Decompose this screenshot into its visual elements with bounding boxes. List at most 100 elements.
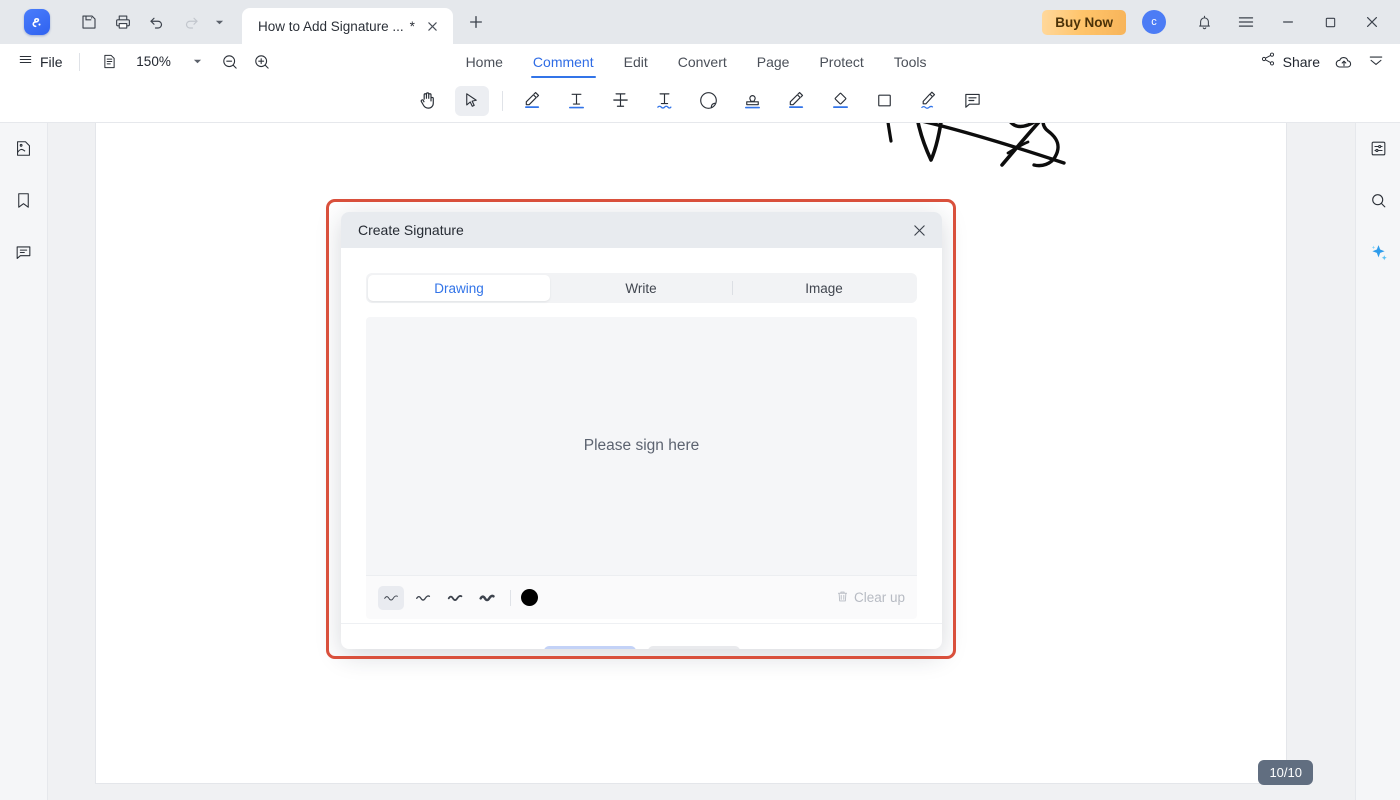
document-tab-close-icon[interactable] xyxy=(423,16,443,36)
clear-up-label: Clear up xyxy=(854,590,905,605)
share-label: Share xyxy=(1283,54,1320,70)
window-close-icon[interactable] xyxy=(1352,4,1392,40)
document-tab-title: How to Add Signature ... xyxy=(258,19,404,34)
dialog-close-icon[interactable] xyxy=(906,217,932,243)
dialog-body: Drawing Write Image Please sign here xyxy=(341,248,942,619)
document-modified-marker: * xyxy=(410,19,415,34)
left-sidebar xyxy=(0,123,48,800)
sliders-icon xyxy=(1369,139,1388,163)
quick-access-dropdown[interactable] xyxy=(208,8,230,36)
sidebar-item-thumbnails[interactable] xyxy=(8,135,40,167)
annotation-toolbar xyxy=(0,79,1400,123)
divider xyxy=(510,590,511,606)
strikethrough-tool[interactable] xyxy=(604,86,638,116)
ribbon-tabs: Home Comment Edit Convert Page Protect T… xyxy=(451,44,942,79)
create-button[interactable]: Create xyxy=(544,646,636,650)
stroke-color-swatch[interactable] xyxy=(521,589,538,606)
share-button[interactable]: Share xyxy=(1254,47,1326,76)
sidebar-item-ai[interactable] xyxy=(1362,239,1394,271)
create-signature-dialog: Create Signature Drawing Write Image Ple… xyxy=(341,212,942,649)
hand-tool[interactable] xyxy=(411,86,445,116)
sidebar-item-bookmarks[interactable] xyxy=(8,187,40,219)
sticky-note-tool[interactable] xyxy=(692,86,726,116)
bookmark-icon xyxy=(14,191,33,215)
ai-sparkle-icon xyxy=(1368,242,1389,268)
file-menu-button[interactable]: File xyxy=(18,52,63,72)
divider xyxy=(502,91,503,111)
sidebar-item-properties[interactable] xyxy=(1362,135,1394,167)
quick-access-toolbar xyxy=(72,7,230,37)
print-button[interactable] xyxy=(106,7,140,37)
menu-bar: File 150% xyxy=(0,44,1400,79)
title-bar: How to Add Signature ... * Buy Now c xyxy=(0,0,1400,44)
stamp-tool[interactable] xyxy=(736,86,770,116)
signature-drawing-canvas[interactable]: Please sign here xyxy=(366,317,917,575)
cancel-button[interactable]: Cancel xyxy=(648,646,740,650)
sidebar-item-search[interactable] xyxy=(1362,187,1394,219)
application-window: How to Add Signature ... * Buy Now c xyxy=(0,0,1400,800)
tab-image[interactable]: Image xyxy=(733,275,915,301)
title-bar-right-group: Buy Now c xyxy=(1042,4,1400,40)
dialog-header: Create Signature xyxy=(341,212,942,248)
ink-pen-tool[interactable] xyxy=(780,86,814,116)
squiggly-underline-tool[interactable] xyxy=(648,86,682,116)
new-tab-button[interactable] xyxy=(459,5,493,39)
clear-up-button[interactable]: Clear up xyxy=(836,590,905,606)
zoom-out-icon[interactable] xyxy=(216,48,244,76)
tab-comment[interactable]: Comment xyxy=(518,44,609,79)
tab-write[interactable]: Write xyxy=(550,275,732,301)
maximize-icon[interactable] xyxy=(1310,4,1350,40)
ink-signature-annotation xyxy=(856,123,1086,185)
zoom-in-icon[interactable] xyxy=(248,48,276,76)
page-fit-icon[interactable] xyxy=(96,48,124,76)
sidebar-item-comments[interactable] xyxy=(8,239,40,271)
zoom-controls: 150% xyxy=(96,48,276,76)
stroke-width-4[interactable] xyxy=(474,586,500,610)
redo-button[interactable] xyxy=(174,7,208,37)
tab-home[interactable]: Home xyxy=(451,44,518,79)
trash-icon xyxy=(836,590,849,606)
shape-rectangle-tool[interactable] xyxy=(868,86,902,116)
stroke-width-3[interactable] xyxy=(442,586,468,610)
tab-convert[interactable]: Convert xyxy=(663,44,742,79)
right-sidebar xyxy=(1355,123,1400,800)
eraser-tool[interactable] xyxy=(824,86,858,116)
undo-button[interactable] xyxy=(140,7,174,37)
search-icon xyxy=(1369,191,1388,215)
share-icon xyxy=(1260,51,1276,72)
canvas-placeholder-text: Please sign here xyxy=(584,437,699,455)
page-thumbnail-icon xyxy=(14,139,33,163)
stroke-width-2[interactable] xyxy=(410,586,436,610)
save-button[interactable] xyxy=(72,7,106,37)
canvas-toolbar: Clear up xyxy=(366,575,917,619)
dialog-footer: Create Cancel xyxy=(341,623,942,649)
highlight-tool[interactable] xyxy=(516,86,550,116)
divider xyxy=(79,53,80,71)
cloud-upload-icon[interactable] xyxy=(1330,48,1358,76)
stroke-width-1[interactable] xyxy=(378,586,404,610)
signature-tool[interactable] xyxy=(912,86,946,116)
hamburger-menu-icon xyxy=(18,52,33,72)
collapse-ribbon-icon[interactable] xyxy=(1362,48,1390,76)
comment-icon xyxy=(14,243,33,267)
tab-edit[interactable]: Edit xyxy=(609,44,663,79)
dialog-title: Create Signature xyxy=(358,222,464,238)
document-tab[interactable]: How to Add Signature ... * xyxy=(242,8,453,44)
text-comment-tool[interactable] xyxy=(956,86,990,116)
tab-page[interactable]: Page xyxy=(742,44,805,79)
tab-protect[interactable]: Protect xyxy=(804,44,878,79)
hamburger-menu-icon[interactable] xyxy=(1226,4,1266,40)
select-tool[interactable] xyxy=(455,86,489,116)
file-menu-label: File xyxy=(40,54,63,70)
menu-bar-right-group: Share xyxy=(1254,47,1400,76)
zoom-level-value[interactable]: 150% xyxy=(128,54,180,69)
bell-icon[interactable] xyxy=(1184,4,1224,40)
buy-now-button[interactable]: Buy Now xyxy=(1042,10,1126,35)
chevron-down-icon[interactable] xyxy=(184,48,212,76)
tab-tools[interactable]: Tools xyxy=(879,44,942,79)
tab-drawing[interactable]: Drawing xyxy=(368,275,550,301)
signature-mode-tabs: Drawing Write Image xyxy=(366,273,917,303)
avatar[interactable]: c xyxy=(1142,10,1166,34)
minimize-icon[interactable] xyxy=(1268,4,1308,40)
underline-tool[interactable] xyxy=(560,86,594,116)
